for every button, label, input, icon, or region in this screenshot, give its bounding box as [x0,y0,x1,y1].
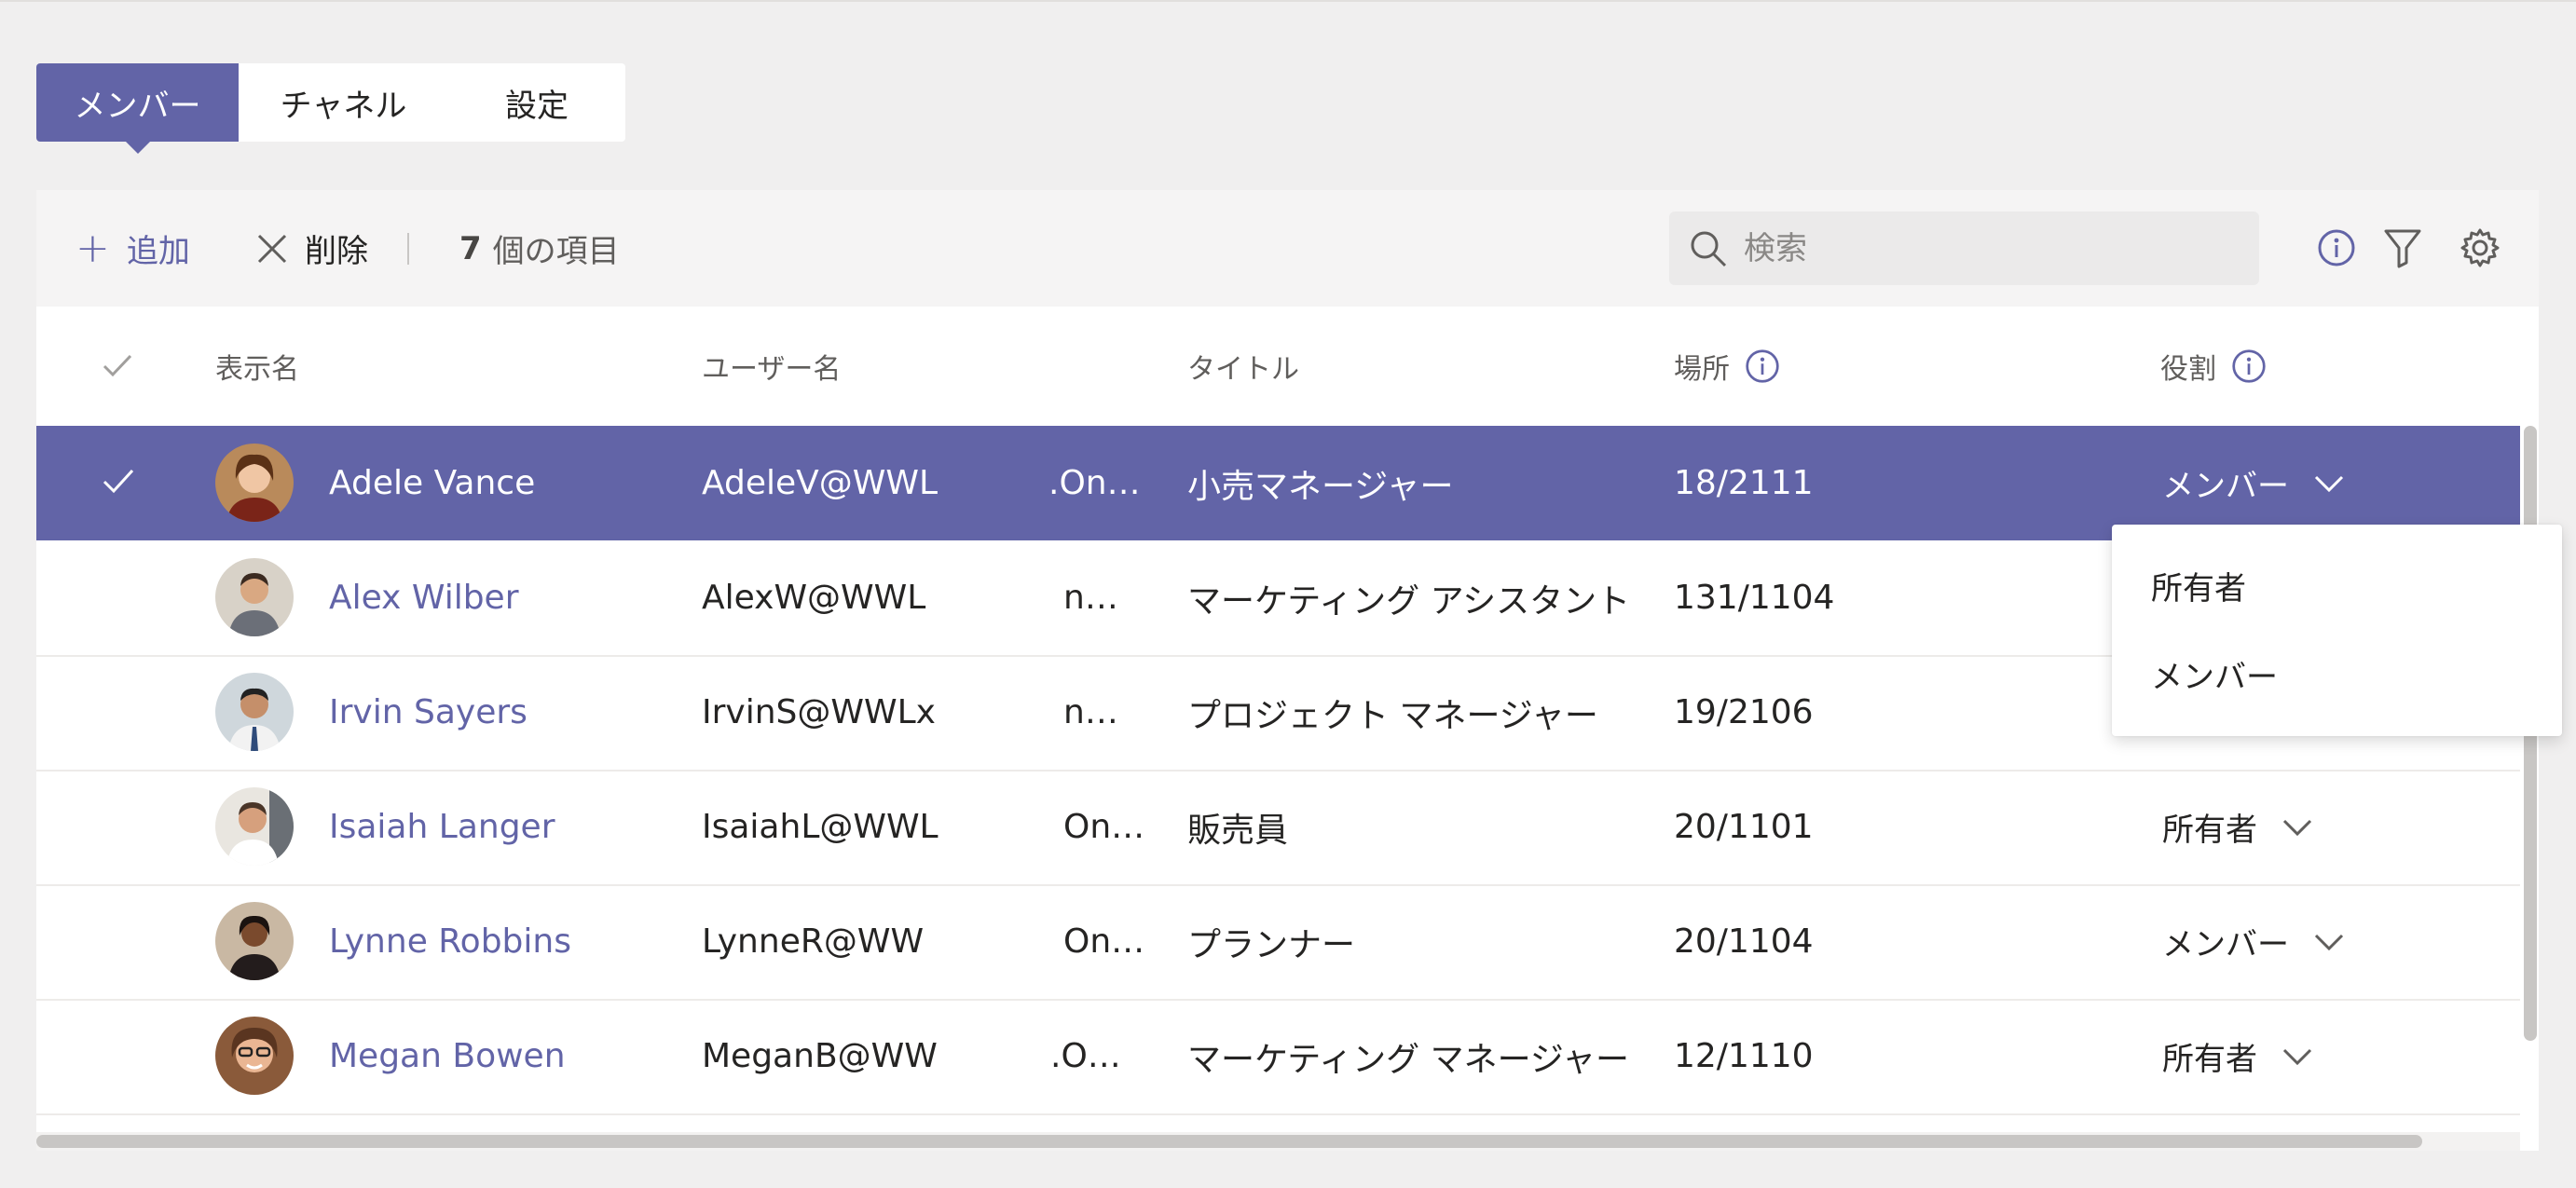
search-input[interactable] [1742,228,2230,268]
item-count-suffix: 個の項目 [492,233,620,270]
title-text: 小売マネージャー [1187,467,1454,506]
close-icon [257,234,287,263]
avatar [215,1017,294,1095]
gear-icon [2460,228,2500,267]
title-text: マーケティング マネージャー [1187,1040,1630,1079]
member-name-link[interactable]: Isaiah Langer [329,770,555,884]
column-title-label: タイトル [1187,353,1299,386]
role-dropdown[interactable]: 所有者 [2162,770,2313,884]
role-dropdown[interactable]: メンバー [2162,884,2345,999]
role-value: メンバー [2162,468,2289,505]
chevron-down-icon [2314,475,2344,492]
table-row[interactable]: Adele Vance AdeleV@WWL .On… 小売マネージャー 18/… [36,426,2520,540]
user-name-truncated: n… [1063,693,1118,731]
title-text: 販売員 [1187,811,1289,850]
column-display-name-label: 表示名 [215,353,299,386]
info-icon[interactable] [2231,348,2267,384]
command-bar: + 追加 削除 7 個の項目 [36,190,2539,307]
role-value: 所有者 [2162,1041,2257,1078]
filter-button[interactable] [2382,227,2423,268]
settings-button[interactable] [2460,227,2501,268]
tab-bar: メンバー チャネル 設定 [36,63,625,154]
title-text: マーケティング アシスタント [1187,581,1631,621]
tab-channels[interactable]: チャネル [239,63,448,142]
check-icon [103,354,132,377]
search-box[interactable] [1669,212,2259,285]
role-value: 所有者 [2162,812,2257,849]
delete-label: 削除 [305,233,368,270]
location-text: 19/2106 [1674,693,1814,731]
column-user-name[interactable]: ユーザー名 [702,307,841,426]
location-text: 20/1101 [1674,808,1814,846]
window-top-border [0,0,2576,2]
column-user-name-label: ユーザー名 [702,353,842,386]
column-role[interactable]: 役割 [2160,307,2267,426]
search-icon [1691,231,1727,266]
role-option-member[interactable]: メンバー [2151,646,2278,702]
user-name-truncated: .O… [1050,1037,1121,1075]
table-row[interactable]: Megan Bowen MeganB@WW .O… マーケティング マネージャー… [36,999,2520,1115]
role-value: メンバー [2162,926,2289,963]
tab-members[interactable]: メンバー [36,63,239,154]
horizontal-scrollbar[interactable] [36,1135,2422,1148]
avatar [215,902,294,980]
column-role-label: 役割 [2160,353,2216,386]
avatar [215,558,294,636]
location-text: 20/1104 [1674,922,1814,961]
chevron-down-icon [2282,819,2312,836]
add-label: 追加 [126,233,190,270]
table-row[interactable]: Isaiah Langer IsaiahL@WWL On… 販売員 20/110… [36,770,2520,886]
member-name-link[interactable]: Megan Bowen [329,999,566,1113]
column-location-label: 場所 [1674,353,1730,386]
role-option-owner[interactable]: 所有者 [2151,557,2246,613]
user-name: IrvinS@WWLx [702,693,936,731]
user-name-truncated: n… [1063,579,1118,617]
user-name-truncated: On… [1063,922,1145,961]
delete-button[interactable]: 削除 [256,190,368,307]
add-member-button[interactable]: + 追加 [75,190,190,307]
role-dropdown[interactable]: 所有者 [2162,999,2313,1113]
info-button[interactable] [2316,227,2357,268]
toolbar-divider [407,233,409,265]
info-icon[interactable] [1745,348,1780,384]
item-count: 7 個の項目 [459,190,620,307]
user-name: AlexW@WWL [702,579,926,617]
select-all-checkbox[interactable] [102,307,133,426]
chevron-down-icon [2282,1048,2312,1065]
title-text: プランナー [1187,925,1356,964]
avatar [215,444,294,522]
title-text: プロジェクト マネージャー [1187,696,1598,735]
member-name-link[interactable]: Alex Wilber [329,540,519,655]
member-name-link[interactable]: Irvin Sayers [329,655,528,770]
role-dropdown[interactable]: メンバー [2162,426,2345,540]
location-text: 12/1110 [1674,1037,1814,1075]
location-text: 18/2111 [1674,464,1814,502]
user-name: LynneR@WW [702,922,925,961]
check-icon[interactable] [102,461,135,502]
user-name: AdeleV@WWL [702,464,939,502]
location-text: 131/1104 [1674,579,1835,617]
column-location[interactable]: 場所 [1674,307,1780,426]
table-row[interactable]: Lynne Robbins LynneR@WW On… プランナー 20/110… [36,884,2520,1001]
user-name-truncated: .On… [1048,464,1141,502]
member-name-link[interactable]: Lynne Robbins [329,884,571,999]
user-name: IsaiahL@WWL [702,808,939,846]
user-name: MeganB@WW [702,1037,938,1075]
avatar [215,787,294,866]
info-icon [2318,229,2355,266]
user-name-truncated: On… [1063,808,1145,846]
column-display-name[interactable]: 表示名 [215,307,299,426]
table-header: 表示名 ユーザー名 タイトル 場所 役割 [36,307,2539,426]
column-title[interactable]: タイトル [1187,307,1299,426]
tab-settings[interactable]: 設定 [448,63,625,142]
role-dropdown-menu: 所有者 メンバー [2112,525,2562,736]
filter-icon [2384,229,2421,268]
member-name-link[interactable]: Adele Vance [329,426,535,540]
avatar [215,673,294,751]
item-count-number: 7 [459,229,482,267]
plus-icon: + [75,224,110,272]
chevron-down-icon [2314,934,2344,950]
